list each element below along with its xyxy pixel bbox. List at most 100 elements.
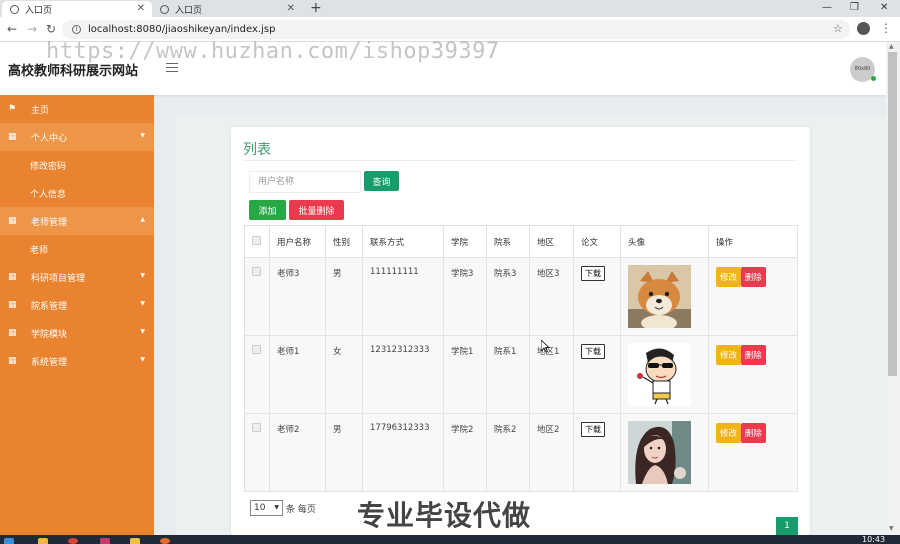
row-checkbox[interactable] xyxy=(252,267,261,276)
row-checkbox[interactable] xyxy=(252,345,261,354)
online-status-dot xyxy=(871,76,876,81)
cell-department: 院系1 xyxy=(486,335,530,414)
globe-icon xyxy=(160,4,169,14)
batch-delete-button[interactable]: 批量删除 xyxy=(289,200,344,220)
list-card: 列表 查询 添加 批量删除 用户名称 性别 联系方式 学院 院系 地区 论文 头… xyxy=(231,127,810,535)
delete-button[interactable]: 删除 xyxy=(740,423,766,443)
cell-college: 学院2 xyxy=(443,413,487,492)
query-button[interactable]: 查询 xyxy=(364,171,399,191)
delete-button[interactable]: 删除 xyxy=(740,267,766,287)
sidebar-item-label: 个人中心 xyxy=(31,133,68,144)
grid-icon: ▦ xyxy=(8,300,17,310)
cell-actions: 修改 删除 xyxy=(708,413,798,492)
column-header: 论文 xyxy=(573,225,621,258)
more-menu-icon[interactable]: ⋮ xyxy=(880,21,892,35)
chevron-down-icon: ▼ xyxy=(140,356,145,363)
edit-button[interactable]: 修改 xyxy=(716,267,742,287)
close-icon[interactable]: ✕ xyxy=(287,3,295,14)
overlay-banner: 专业毕设代做 xyxy=(357,499,532,532)
scrollbar-thumb[interactable] xyxy=(888,52,897,376)
folder-icon[interactable] xyxy=(38,538,48,544)
app-icon[interactable] xyxy=(100,538,110,544)
sidebar-item-teacher-management[interactable]: ▦ 老师管理 ▲ xyxy=(0,207,154,235)
select-all-checkbox[interactable] xyxy=(252,235,261,245)
sidebar-subitem-teacher[interactable]: 老师 xyxy=(0,235,154,263)
cartoon-boy-image xyxy=(628,343,691,406)
cell-gender: 女 xyxy=(325,335,363,414)
chevron-down-icon: ▼ xyxy=(140,300,145,307)
table-row: 老师1 女 12312312333 学院1 院系1 地区1 下载 修改 删除 xyxy=(244,335,798,414)
cell-phone: 17796312333 xyxy=(362,413,444,492)
cell-college: 学院1 xyxy=(443,335,487,414)
chevron-down-icon: ▼ xyxy=(274,504,279,511)
forward-arrow-icon[interactable]: → xyxy=(27,22,37,36)
hamburger-menu-icon[interactable] xyxy=(166,63,178,72)
select-all-cell xyxy=(244,225,270,258)
sidebar-item-department-management[interactable]: ▦ 院系管理 ▼ xyxy=(0,291,154,319)
table-header-row: 用户名称 性别 联系方式 学院 院系 地区 论文 头像 操作 xyxy=(244,225,798,258)
profile-icon[interactable] xyxy=(857,22,870,35)
globe-icon xyxy=(10,4,19,14)
browser-tab-2[interactable]: 入口页 ✕ xyxy=(152,1,302,17)
star-icon[interactable]: ☆ xyxy=(833,22,843,35)
delete-button[interactable]: 删除 xyxy=(740,345,766,365)
cell-username: 老师2 xyxy=(269,413,326,492)
cell-actions: 修改 删除 xyxy=(708,335,798,414)
cell-avatar xyxy=(620,257,709,336)
chevron-down-icon: ▼ xyxy=(140,132,145,139)
scroll-up-icon[interactable]: ▲ xyxy=(889,43,894,50)
edit-button[interactable]: 修改 xyxy=(716,345,742,365)
sidebar-item-system-management[interactable]: ▦ 系统管理 ▼ xyxy=(0,347,154,375)
column-header: 院系 xyxy=(486,225,530,258)
cell-region: 地区2 xyxy=(529,413,574,492)
app-icon[interactable] xyxy=(160,538,170,544)
add-button[interactable]: 添加 xyxy=(249,200,286,220)
chevron-down-icon: ▼ xyxy=(140,272,145,279)
cell-avatar xyxy=(620,413,709,492)
sidebar-item-college-module[interactable]: ▦ 学院模块 ▼ xyxy=(0,319,154,347)
download-button[interactable]: 下载 xyxy=(581,422,605,437)
cell-region: 地区3 xyxy=(529,257,574,336)
tab-title: 入口页 xyxy=(25,5,53,16)
minimize-icon[interactable]: — xyxy=(822,0,832,15)
row-checkbox[interactable] xyxy=(252,423,261,432)
new-tab-icon[interactable]: + xyxy=(310,0,322,17)
sidebar-subitem-change-password[interactable]: 修改密码 xyxy=(0,151,154,179)
page-title: 列表 xyxy=(243,142,271,158)
info-icon[interactable]: i xyxy=(72,25,81,34)
browser-tab-bar: 入口页 ✕ 入口页 ✕ + — ❐ ✕ xyxy=(0,0,900,17)
sidebar-item-personal-center[interactable]: ▦ 个人中心 ▼ xyxy=(0,123,154,151)
scroll-down-icon[interactable]: ▼ xyxy=(889,525,894,532)
grid-icon: ▦ xyxy=(8,328,17,338)
per-page-select[interactable]: 10 ▼ xyxy=(250,500,283,516)
page-number-button[interactable]: 1 xyxy=(776,517,798,535)
flag-icon: ⚑ xyxy=(8,104,17,114)
sidebar-item-home[interactable]: ⚑ 主页 xyxy=(0,95,154,123)
browser-tab-1[interactable]: 入口页 ✕ xyxy=(2,1,152,17)
restore-icon[interactable]: ❐ xyxy=(850,0,859,15)
reload-icon[interactable]: ↻ xyxy=(46,22,56,36)
cell-phone: 111111111 xyxy=(362,257,444,336)
back-arrow-icon[interactable]: ← xyxy=(7,22,17,36)
sidebar-item-research-management[interactable]: ▦ 科研项目管理 ▼ xyxy=(0,263,154,291)
download-button[interactable]: 下载 xyxy=(581,266,605,281)
close-icon[interactable]: ✕ xyxy=(137,3,145,14)
address-bar[interactable]: i localhost:8080/jiaoshikeyan/index.jsp xyxy=(62,20,850,39)
teacher-table: 用户名称 性别 联系方式 学院 院系 地区 论文 头像 操作 老师3 男 111… xyxy=(244,225,798,492)
sidebar-subitem-personal-info[interactable]: 个人信息 xyxy=(0,179,154,207)
search-input[interactable] xyxy=(249,171,361,193)
taskbar-clock: 10:43 xyxy=(862,535,886,544)
edit-button[interactable]: 修改 xyxy=(716,423,742,443)
chevron-down-icon: ▼ xyxy=(140,328,145,335)
column-header: 学院 xyxy=(443,225,487,258)
cell-avatar xyxy=(620,335,709,414)
row-select-cell xyxy=(244,257,270,336)
cell-paper: 下载 xyxy=(573,335,621,414)
cell-gender: 男 xyxy=(325,413,363,492)
download-button[interactable]: 下载 xyxy=(581,344,605,359)
chrome-icon[interactable] xyxy=(68,538,78,544)
window-close-icon[interactable]: ✕ xyxy=(880,0,888,15)
cell-gender: 男 xyxy=(325,257,363,336)
app-icon[interactable] xyxy=(130,538,140,544)
start-icon[interactable] xyxy=(4,538,14,544)
